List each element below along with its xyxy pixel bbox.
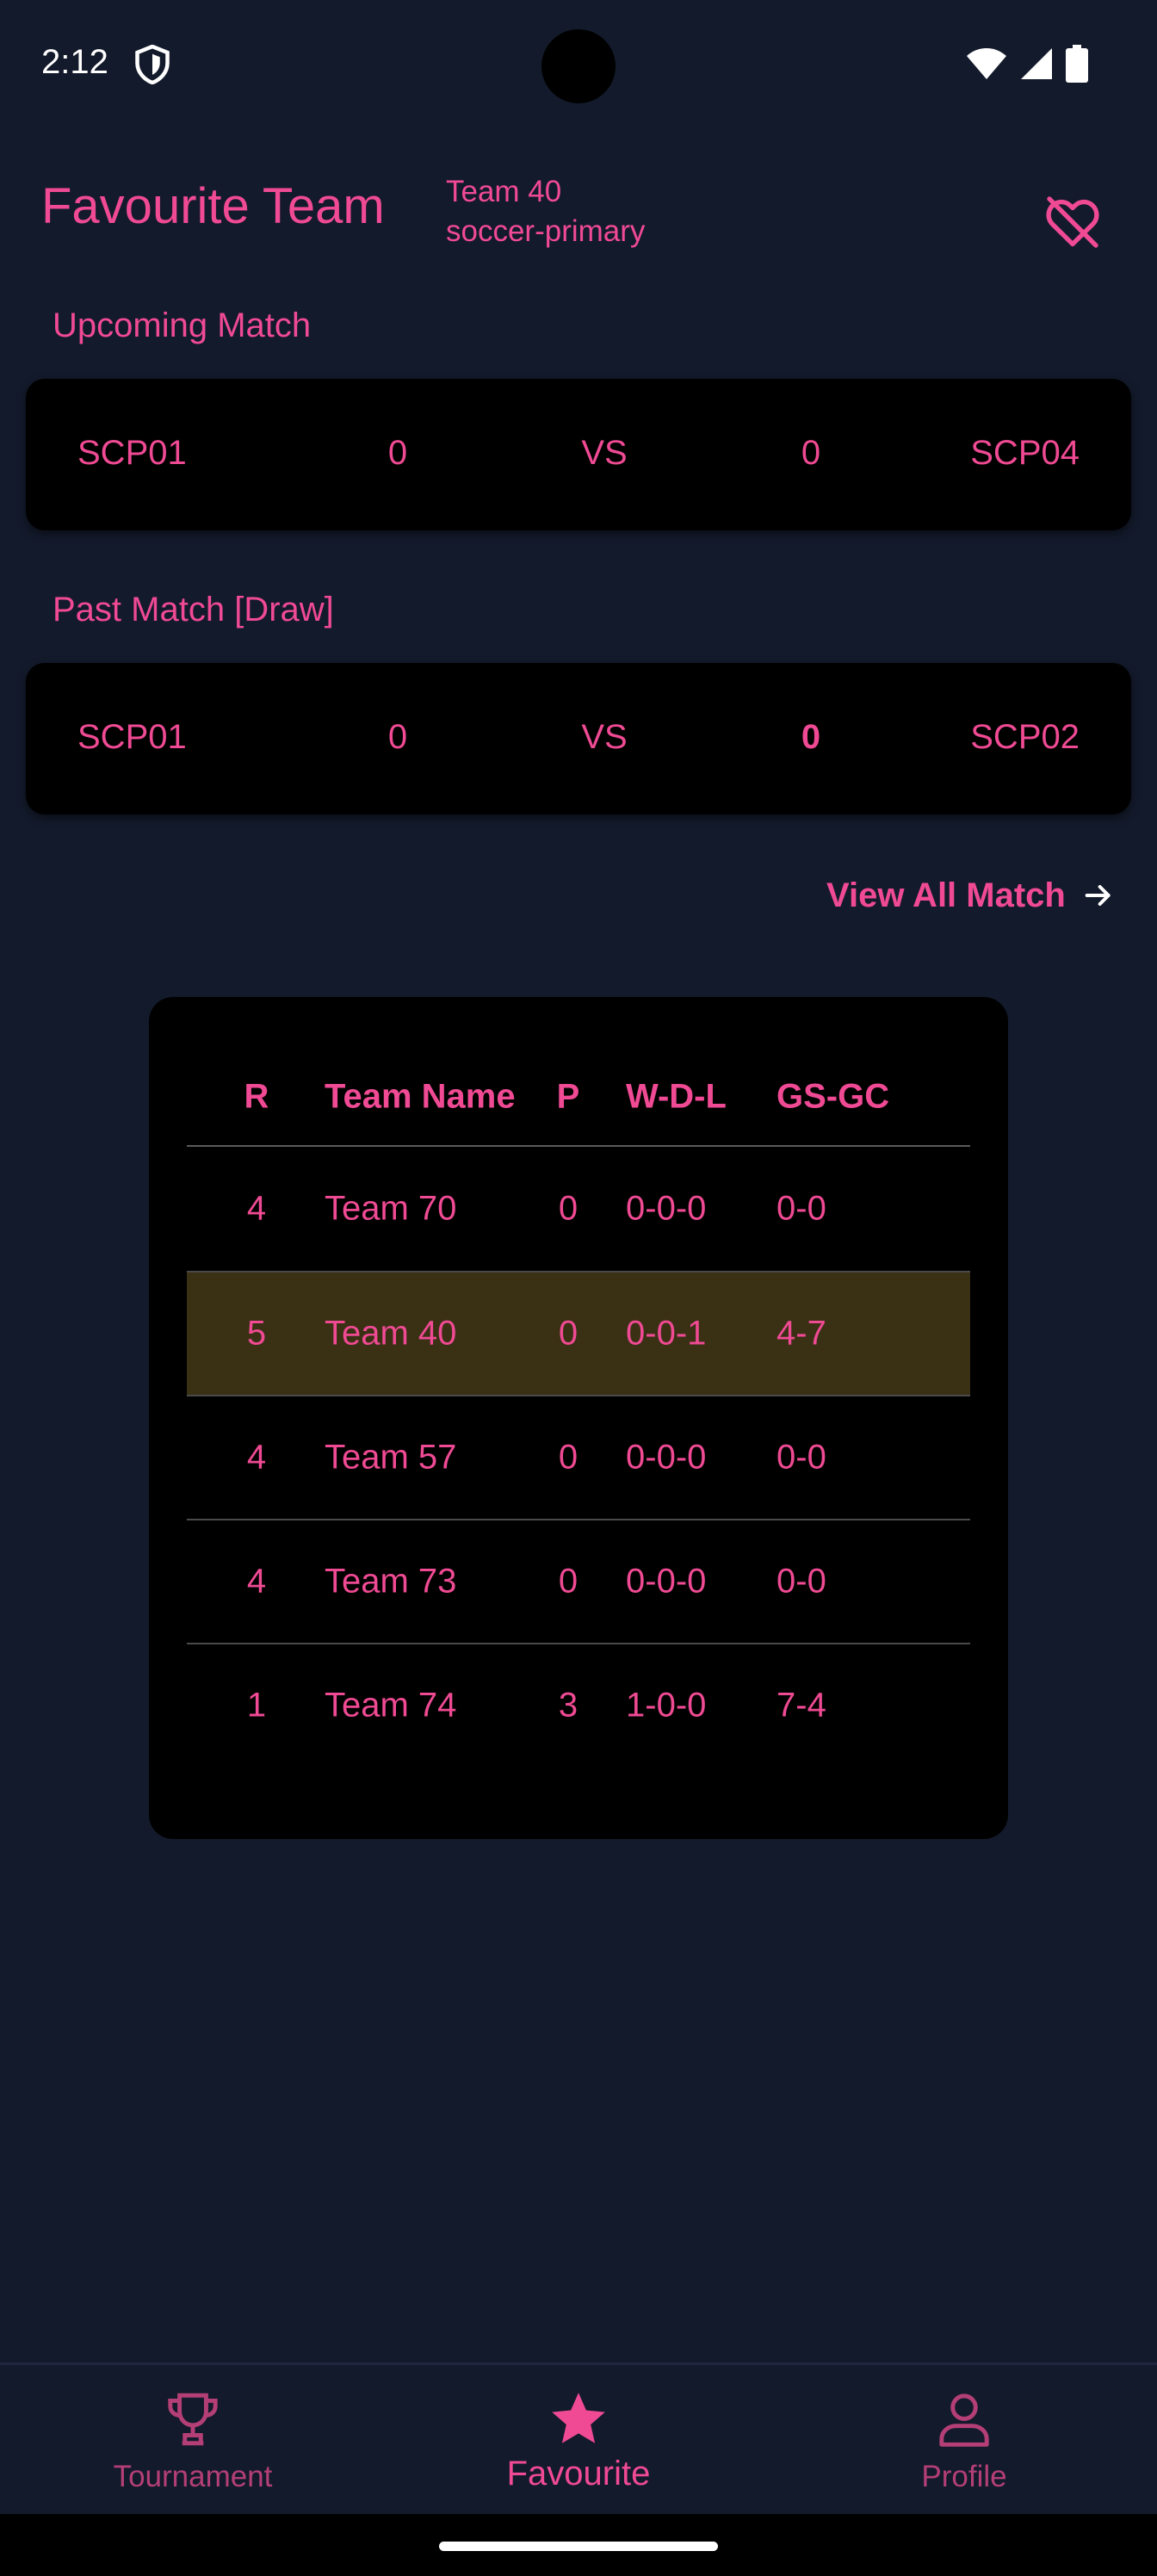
nav-favourite[interactable]: Favourite (386, 2365, 771, 2517)
header-wdl: W-D-L (626, 1077, 727, 1116)
cell-gsgc: 0-0 (776, 1562, 826, 1601)
cell-points: 0 (558, 1314, 578, 1353)
header-team-name: Team Name (325, 1077, 516, 1116)
away-team: SCP04 (970, 434, 1080, 472)
standings-card: R Team Name P W-D-L GS-GC 4 Team 70 0 0-… (149, 997, 1008, 1839)
heart-off-icon[interactable] (1042, 191, 1104, 253)
cell-gsgc: 0-0 (776, 1438, 826, 1477)
cell-points: 0 (558, 1438, 578, 1477)
header-gsgc: GS-GC (776, 1077, 890, 1116)
upcoming-match-label: Upcoming Match (53, 307, 312, 344)
battery-icon (1066, 45, 1088, 83)
cell-rank: 1 (246, 1686, 267, 1725)
table-header: R Team Name P W-D-L GS-GC (187, 1049, 970, 1147)
arrow-right-icon (1085, 885, 1111, 906)
away-team: SCP02 (970, 718, 1080, 756)
cell-rank: 4 (246, 1438, 267, 1477)
table-row: 4 Team 57 0 0-0-0 0-0 (187, 1395, 970, 1519)
cell-team-name: Team 70 (325, 1189, 457, 1228)
view-all-match-button[interactable]: View All Match (826, 871, 1116, 920)
cell-wdl: 0-0-1 (626, 1314, 707, 1353)
star-icon (552, 2393, 605, 2443)
nav-tournament-label: Tournament (113, 2460, 273, 2493)
cell-rank: 4 (246, 1189, 267, 1228)
home-team: SCP01 (77, 718, 187, 756)
trophy-icon (168, 2393, 218, 2446)
cell-gsgc: 7-4 (776, 1686, 826, 1725)
bottom-navigation: Tournament Favourite Profile (0, 2362, 1157, 2514)
cell-gsgc: 4-7 (776, 1314, 826, 1353)
cell-points: 0 (558, 1562, 578, 1601)
away-score: 0 (801, 718, 821, 756)
team-name: Team 40 (446, 175, 562, 208)
past-match-label: Past Match [Draw] (53, 591, 334, 629)
cell-points: 3 (558, 1686, 578, 1725)
home-score: 0 (387, 718, 408, 756)
past-match-card[interactable]: SCP01 0 VS 0 SCP02 (26, 663, 1131, 814)
vs-label: VS (581, 718, 628, 756)
person-icon (939, 2393, 989, 2447)
table-row-favourite: 5 Team 40 0 0-0-1 4-7 (187, 1271, 970, 1395)
home-indicator[interactable] (439, 2542, 718, 2551)
cell-rank: 4 (246, 1562, 267, 1601)
header-rank: R (244, 1077, 269, 1116)
cell-gsgc: 0-0 (776, 1189, 826, 1228)
upcoming-match-card[interactable]: SCP01 0 VS 0 SCP04 (26, 379, 1131, 530)
status-icons (966, 45, 1088, 83)
camera-cutout (541, 29, 616, 103)
header-points: P (556, 1077, 580, 1116)
cell-rank: 5 (246, 1314, 267, 1353)
status-bar: 2:12 (0, 0, 1157, 129)
table-row: 1 Team 74 3 1-0-0 7-4 (187, 1643, 970, 1767)
table-row: 4 Team 70 0 0-0-0 0-0 (187, 1147, 970, 1271)
cell-wdl: 1-0-0 (626, 1686, 707, 1725)
shield-icon (135, 45, 170, 84)
cell-team-name: Team 40 (325, 1314, 457, 1353)
signal-icon (1021, 48, 1052, 79)
home-score: 0 (387, 434, 408, 472)
favourite-team-info: Team 40 soccer-primary (446, 172, 645, 251)
nav-profile[interactable]: Profile (771, 2365, 1157, 2517)
cell-wdl: 0-0-0 (626, 1562, 707, 1601)
cell-wdl: 0-0-0 (626, 1438, 707, 1477)
team-category: soccer-primary (446, 214, 646, 248)
standings-table: R Team Name P W-D-L GS-GC 4 Team 70 0 0-… (187, 1049, 970, 1767)
vs-label: VS (581, 434, 628, 472)
app-header: Favourite Team Team 40 soccer-primary (0, 146, 1157, 276)
table-row: 4 Team 73 0 0-0-0 0-0 (187, 1519, 970, 1643)
home-team: SCP01 (77, 434, 187, 472)
cell-wdl: 0-0-0 (626, 1189, 707, 1228)
nav-profile-label: Profile (921, 2460, 1007, 2493)
cell-points: 0 (558, 1189, 578, 1228)
cell-team-name: Team 57 (325, 1438, 457, 1477)
view-all-match-label: View All Match (826, 876, 1066, 914)
cell-team-name: Team 73 (325, 1562, 457, 1601)
page-title: Favourite Team (41, 178, 385, 234)
nav-favourite-label: Favourite (506, 2455, 651, 2492)
nav-tournament[interactable]: Tournament (0, 2365, 386, 2517)
away-score: 0 (801, 434, 821, 472)
status-time: 2:12 (41, 43, 108, 81)
cell-team-name: Team 74 (325, 1686, 457, 1725)
wifi-icon (967, 48, 1006, 79)
